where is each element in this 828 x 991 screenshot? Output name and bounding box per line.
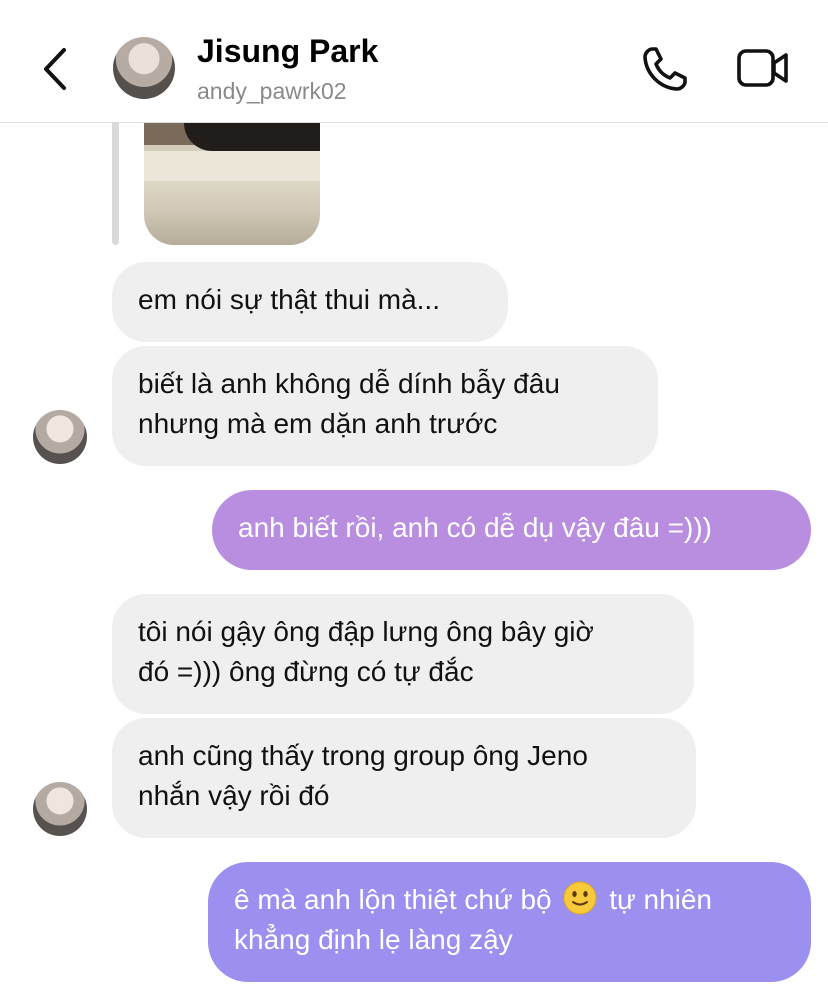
- contact-avatar[interactable]: [113, 37, 175, 99]
- message-text: tự nhiên: [609, 884, 712, 915]
- chat-header: Jisung Park andy_pawrk02: [0, 0, 828, 123]
- sender-avatar[interactable]: [33, 782, 87, 836]
- back-button[interactable]: [36, 44, 76, 94]
- shared-photo[interactable]: [144, 123, 320, 245]
- sender-avatar[interactable]: [33, 410, 87, 464]
- message-text-line: ê mà anh lộn thiệt chứ bộ tự nhiên: [234, 880, 785, 920]
- contact-name[interactable]: Jisung Park: [197, 33, 378, 70]
- message-text: anh biết rồi, anh có dễ dụ vậy đâu =))): [238, 512, 712, 543]
- message-text-line: tôi nói gậy ông đập lưng ông bây giờ: [138, 616, 594, 647]
- chevron-left-icon: [44, 48, 66, 90]
- message-text: em nói sự thật thui mà...: [138, 284, 440, 315]
- message-incoming[interactable]: biết là anh không dễ dính bẫy đâu nhưng …: [112, 346, 658, 466]
- message-text-line: biết là anh không dễ dính bẫy đâu: [138, 368, 560, 399]
- phone-icon: [643, 47, 687, 91]
- slightly-smiling-face-icon: [563, 881, 597, 915]
- message-incoming[interactable]: anh cũng thấy trong group ông Jeno nhắn …: [112, 718, 696, 838]
- message-text: ê mà anh lộn thiệt chứ bộ: [234, 884, 552, 915]
- message-incoming[interactable]: tôi nói gậy ông đập lưng ông bây giờ đó …: [112, 594, 694, 714]
- reply-indicator-bar: [112, 123, 119, 245]
- message-outgoing[interactable]: anh biết rồi, anh có dễ dụ vậy đâu =))): [212, 490, 811, 570]
- message-text-line: khẳng định lẹ làng zậy: [234, 924, 513, 955]
- video-camera-icon: [737, 49, 788, 87]
- message-text-line: anh cũng thấy trong group ông Jeno: [138, 740, 588, 771]
- message-text-line: nhưng mà em dặn anh trước: [138, 408, 498, 439]
- message-outgoing[interactable]: ê mà anh lộn thiệt chứ bộ tự nhiên khẳng…: [208, 862, 811, 982]
- message-incoming[interactable]: em nói sự thật thui mà...: [112, 262, 508, 342]
- call-button[interactable]: [640, 44, 690, 94]
- video-call-button[interactable]: [736, 46, 790, 90]
- contact-username: andy_pawrk02: [197, 78, 347, 104]
- message-text-line: đó =))) ông đừng có tự đắc: [138, 656, 474, 687]
- message-text-line: nhắn vậy rồi đó: [138, 780, 330, 811]
